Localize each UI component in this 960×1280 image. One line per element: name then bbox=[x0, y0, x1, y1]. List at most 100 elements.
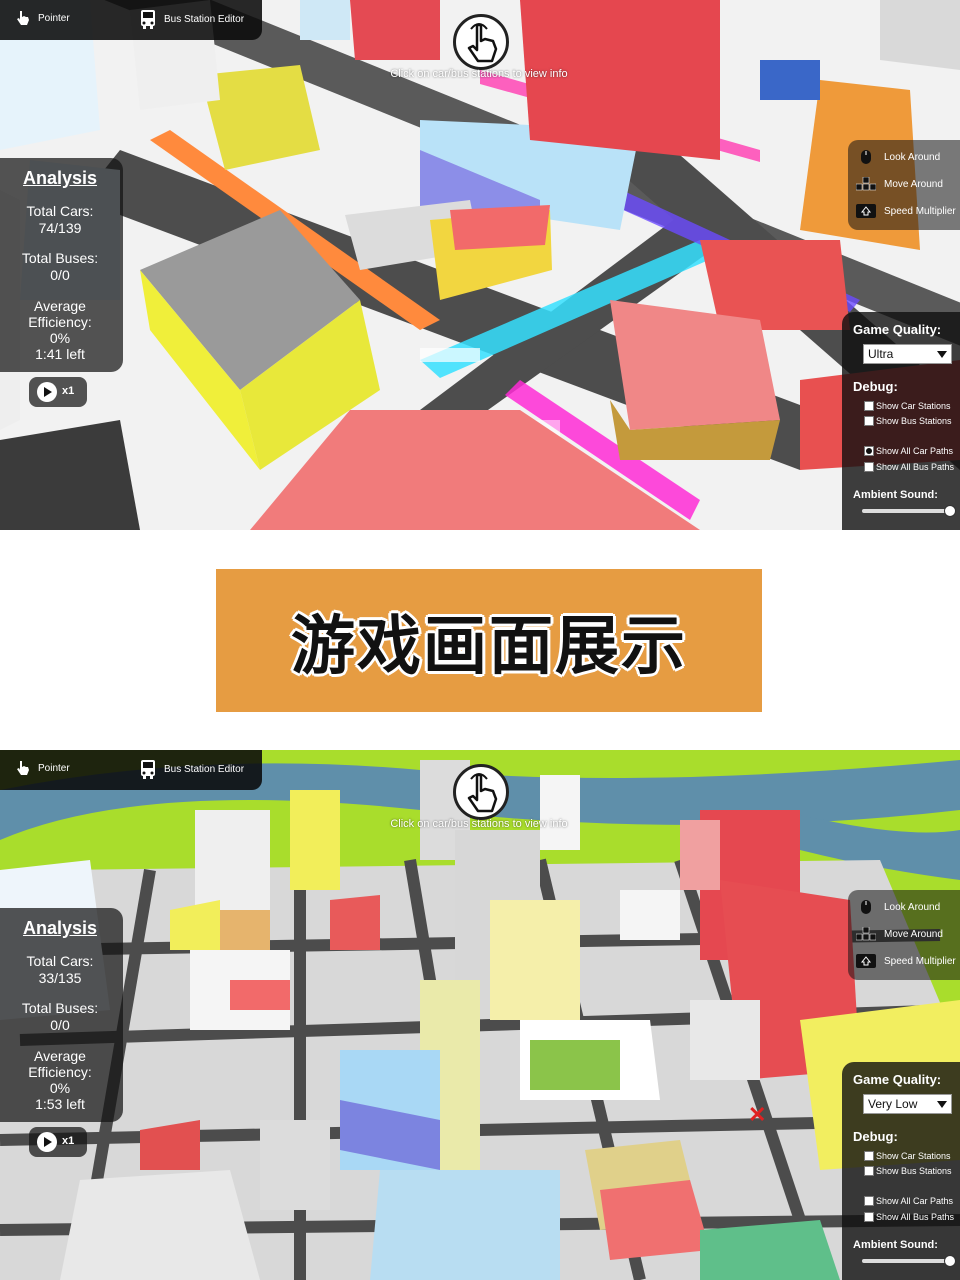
show-bus-paths-toggle[interactable]: Show All Bus Paths bbox=[864, 462, 954, 472]
show-car-paths-toggle[interactable]: Show All Car Paths bbox=[864, 446, 953, 456]
look-around-label: Look Around bbox=[884, 901, 941, 913]
click-hint-icon bbox=[453, 14, 509, 70]
game-quality-label: Game Quality: bbox=[853, 1072, 942, 1087]
shift-key-icon bbox=[856, 954, 876, 968]
bus-station-editor-button[interactable]: Bus Station Editor bbox=[138, 759, 244, 779]
show-car-paths-toggle[interactable]: Show All Car Paths bbox=[864, 1196, 953, 1206]
total-cars-value: 74/139 bbox=[38, 220, 82, 236]
show-car-stations-toggle[interactable]: Show Car Stations bbox=[864, 401, 951, 411]
show-car-stations-toggle[interactable]: Show Car Stations bbox=[864, 1151, 951, 1161]
speed-multiplier-label: Speed Multiplier bbox=[884, 205, 956, 217]
show-car-stations-label: Show Car Stations bbox=[876, 1151, 951, 1161]
show-car-paths-label: Show All Car Paths bbox=[876, 446, 954, 456]
checkbox[interactable] bbox=[864, 1166, 874, 1176]
play-speed-button[interactable]: x1 bbox=[29, 1127, 87, 1157]
pointer-tool-button[interactable]: Pointer bbox=[14, 759, 70, 777]
total-buses-label: Total Buses: bbox=[21, 250, 99, 266]
controls-legend: Look Around Move Around Speed Multiplier bbox=[848, 140, 960, 230]
dropdown-arrow-icon bbox=[937, 351, 947, 358]
show-bus-paths-toggle[interactable]: Show All Bus Paths bbox=[864, 1212, 954, 1222]
total-cars-label: Total Cars: bbox=[26, 953, 94, 969]
efficiency-label: Efficiency: bbox=[28, 314, 92, 330]
wasd-keys-icon bbox=[856, 177, 876, 191]
analysis-title: Analysis bbox=[22, 918, 98, 938]
efficiency-value: 0% bbox=[49, 1080, 71, 1096]
analysis-panel: Analysis Total Cars: 33/135 Total Buses:… bbox=[0, 908, 123, 1122]
bus-icon bbox=[141, 10, 155, 29]
game-quality-select[interactable]: Very Low bbox=[863, 1094, 952, 1114]
checkbox[interactable] bbox=[864, 1196, 874, 1206]
gameplay-screenshot-2: ✕ Pointer Bus Station Editor Click on ca… bbox=[0, 750, 960, 1280]
play-speed-button[interactable]: x1 bbox=[29, 377, 87, 407]
checkbox[interactable] bbox=[864, 1212, 874, 1222]
settings-panel: Game Quality: Ultra Debug: Show Car Stat… bbox=[842, 312, 960, 530]
checkbox[interactable] bbox=[864, 401, 874, 411]
play-icon bbox=[37, 382, 57, 402]
speed-multiplier-hint: Speed Multiplier bbox=[856, 954, 956, 968]
show-bus-paths-label: Show All Bus Paths bbox=[876, 1212, 955, 1222]
look-around-hint: Look Around bbox=[856, 900, 940, 914]
show-bus-stations-toggle[interactable]: Show Bus Stations bbox=[864, 1166, 952, 1176]
move-around-label: Move Around bbox=[884, 928, 943, 940]
pointer-hand-icon bbox=[17, 761, 29, 775]
hint-text: Click on car/bus stations to view info bbox=[390, 68, 568, 80]
ambient-sound-slider[interactable] bbox=[862, 505, 956, 517]
show-bus-stations-label: Show Bus Stations bbox=[876, 416, 952, 426]
speed-multiplier-label: Speed Multiplier bbox=[884, 955, 956, 967]
checkbox[interactable] bbox=[864, 462, 874, 472]
title-banner: 游戏画面展示 bbox=[216, 569, 762, 712]
toolbar: Pointer Bus Station Editor bbox=[0, 750, 262, 790]
pointer-hand-icon bbox=[17, 11, 29, 25]
pointer-label: Pointer bbox=[38, 762, 70, 774]
click-hint-icon bbox=[453, 764, 509, 820]
ambient-sound-label: Ambient Sound: bbox=[853, 1239, 938, 1251]
checkbox[interactable] bbox=[864, 446, 874, 456]
efficiency-value: 0% bbox=[49, 330, 71, 346]
show-car-paths-label: Show All Car Paths bbox=[876, 1196, 954, 1206]
pointer-label: Pointer bbox=[38, 12, 70, 24]
speed-multiplier-hint: Speed Multiplier bbox=[856, 204, 956, 218]
banner-text: 游戏画面展示 bbox=[291, 609, 687, 684]
show-car-stations-label: Show Car Stations bbox=[876, 401, 951, 411]
ambient-sound-slider[interactable] bbox=[862, 1255, 956, 1267]
wasd-keys-icon bbox=[856, 927, 876, 941]
slider-knob[interactable] bbox=[944, 505, 956, 517]
game-quality-value: Ultra bbox=[868, 347, 894, 361]
checkbox[interactable] bbox=[864, 416, 874, 426]
total-buses-value: 0/0 bbox=[50, 267, 70, 283]
move-around-hint: Move Around bbox=[856, 177, 943, 191]
show-bus-paths-label: Show All Bus Paths bbox=[876, 462, 955, 472]
settings-panel: Game Quality: Very Low Debug: Show Car S… bbox=[842, 1062, 960, 1280]
ambient-sound-label: Ambient Sound: bbox=[853, 489, 938, 501]
game-quality-select[interactable]: Ultra bbox=[863, 344, 952, 364]
average-label: Average bbox=[34, 298, 86, 314]
total-cars-value: 33/135 bbox=[38, 970, 82, 986]
move-around-label: Move Around bbox=[884, 178, 943, 190]
mouse-icon bbox=[861, 900, 871, 914]
bus-station-editor-label: Bus Station Editor bbox=[164, 763, 245, 775]
controls-legend: Look Around Move Around Speed Multiplier bbox=[848, 890, 960, 980]
look-around-label: Look Around bbox=[884, 151, 941, 163]
game-quality-value: Very Low bbox=[868, 1097, 918, 1111]
show-bus-stations-label: Show Bus Stations bbox=[876, 1166, 952, 1176]
move-around-hint: Move Around bbox=[856, 927, 943, 941]
pointer-tool-button[interactable]: Pointer bbox=[14, 9, 70, 27]
time-left: 1:41 left bbox=[35, 346, 85, 362]
bus-icon bbox=[141, 760, 155, 779]
hint-text: Click on car/bus stations to view info bbox=[390, 818, 568, 830]
debug-label: Debug: bbox=[853, 379, 898, 394]
total-buses-value: 0/0 bbox=[50, 1017, 70, 1033]
bus-station-editor-label: Bus Station Editor bbox=[164, 13, 245, 25]
efficiency-label: Efficiency: bbox=[28, 1064, 92, 1080]
slider-knob[interactable] bbox=[944, 1255, 956, 1267]
checkbox[interactable] bbox=[864, 1151, 874, 1161]
time-left: 1:53 left bbox=[35, 1096, 85, 1112]
show-bus-stations-toggle[interactable]: Show Bus Stations bbox=[864, 416, 952, 426]
mouse-icon bbox=[861, 150, 871, 164]
game-quality-label: Game Quality: bbox=[853, 322, 942, 337]
debug-label: Debug: bbox=[853, 1129, 898, 1144]
toolbar: Pointer Bus Station Editor bbox=[0, 0, 262, 40]
look-around-hint: Look Around bbox=[856, 150, 940, 164]
speed-value: x1 bbox=[62, 385, 75, 397]
bus-station-editor-button[interactable]: Bus Station Editor bbox=[138, 9, 244, 29]
